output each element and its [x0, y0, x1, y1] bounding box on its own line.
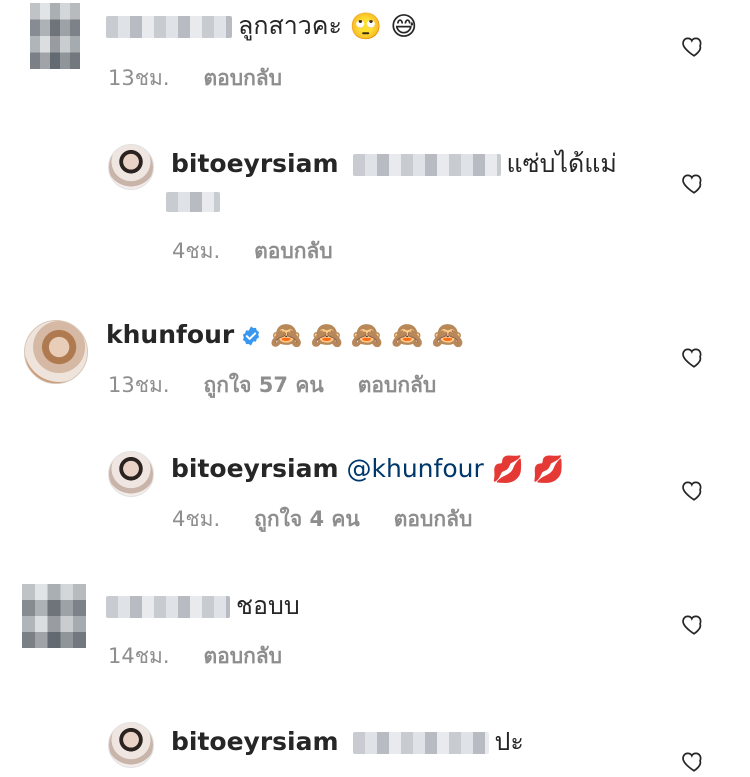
heart-outline-icon[interactable]	[681, 344, 707, 370]
username[interactable]: bitoeyrsiam	[171, 149, 339, 178]
comment-3: khunfour 🙈 🙈 🙈 🙈 🙈 13ชม. ถูกใจ 57 คน ตอบกล…	[0, 312, 750, 412]
comment-5: ชอบบ 14ชม. ตอบกลับ	[0, 582, 750, 682]
emoji: 🙈	[350, 321, 384, 351]
username[interactable]: bitoeyrsiam	[171, 454, 339, 483]
emoji: 💋	[532, 455, 565, 485]
comment-text: ปะ	[494, 727, 524, 756]
comment-text: ชอบบ	[236, 591, 300, 620]
heart-outline-icon[interactable]	[681, 33, 707, 59]
emoji: 🙈	[431, 321, 464, 351]
timestamp: 4ชม.	[172, 507, 221, 531]
reply-button[interactable]: ตอบกลับ	[394, 507, 473, 531]
likes-count[interactable]: ถูกใจ 57 คน	[204, 373, 324, 397]
blurred-username[interactable]	[106, 596, 230, 618]
emoji: 💋	[491, 455, 525, 485]
comment-6: bitoeyrsiam ปะ	[0, 718, 750, 777]
mention-link[interactable]: @khunfour	[347, 454, 484, 483]
heart-outline-icon[interactable]	[681, 170, 707, 196]
emoji: 🙈	[270, 321, 303, 351]
blurred-text	[166, 192, 220, 212]
heart-outline-icon[interactable]	[681, 748, 707, 774]
emoji: 😅	[390, 12, 418, 42]
verified-badge-icon	[243, 326, 260, 346]
avatar[interactable]	[22, 584, 86, 648]
heart-outline-icon[interactable]	[681, 611, 707, 637]
likes-count[interactable]: ถูกใจ 4 คน	[254, 507, 360, 531]
timestamp: 4ชม.	[172, 239, 221, 263]
blurred-mention[interactable]	[352, 154, 501, 176]
comment-text: แซ่บได้แม่	[506, 149, 617, 178]
avatar[interactable]	[108, 722, 154, 768]
blurred-mention[interactable]	[352, 732, 489, 754]
timestamp: 14ชม.	[108, 644, 170, 668]
emoji: 🙈	[310, 321, 343, 351]
avatar[interactable]	[24, 320, 88, 384]
timestamp: 13ชม.	[108, 373, 170, 397]
comment-2: bitoeyrsiam แซ่บได้แม่ 4ชม. ตอบกลับ	[0, 140, 750, 280]
comment-1: ลูกสาวคะ 🙄 😅 13ชม. ตอบกลับ	[0, 0, 750, 100]
timestamp: 13ชม.	[108, 66, 170, 90]
avatar[interactable]	[108, 144, 154, 190]
heart-outline-icon[interactable]	[681, 477, 707, 503]
comment-4: bitoeyrsiam @khunfour 💋 💋 4ชม. ถูกใจ 4 คน…	[0, 447, 750, 547]
reply-button[interactable]: ตอบกลับ	[358, 373, 437, 397]
reply-button[interactable]: ตอบกลับ	[204, 66, 283, 90]
emoji: 🙈	[391, 321, 424, 351]
avatar[interactable]	[108, 451, 154, 497]
emoji: 🙄	[349, 12, 383, 42]
username[interactable]: bitoeyrsiam	[171, 727, 339, 756]
comment-text: ลูกสาวคะ	[238, 11, 342, 40]
reply-button[interactable]: ตอบกลับ	[204, 644, 283, 668]
reply-button[interactable]: ตอบกลับ	[254, 239, 333, 263]
blurred-username[interactable]	[106, 16, 232, 38]
username[interactable]: khunfour	[106, 320, 234, 349]
avatar[interactable]	[30, 3, 80, 69]
